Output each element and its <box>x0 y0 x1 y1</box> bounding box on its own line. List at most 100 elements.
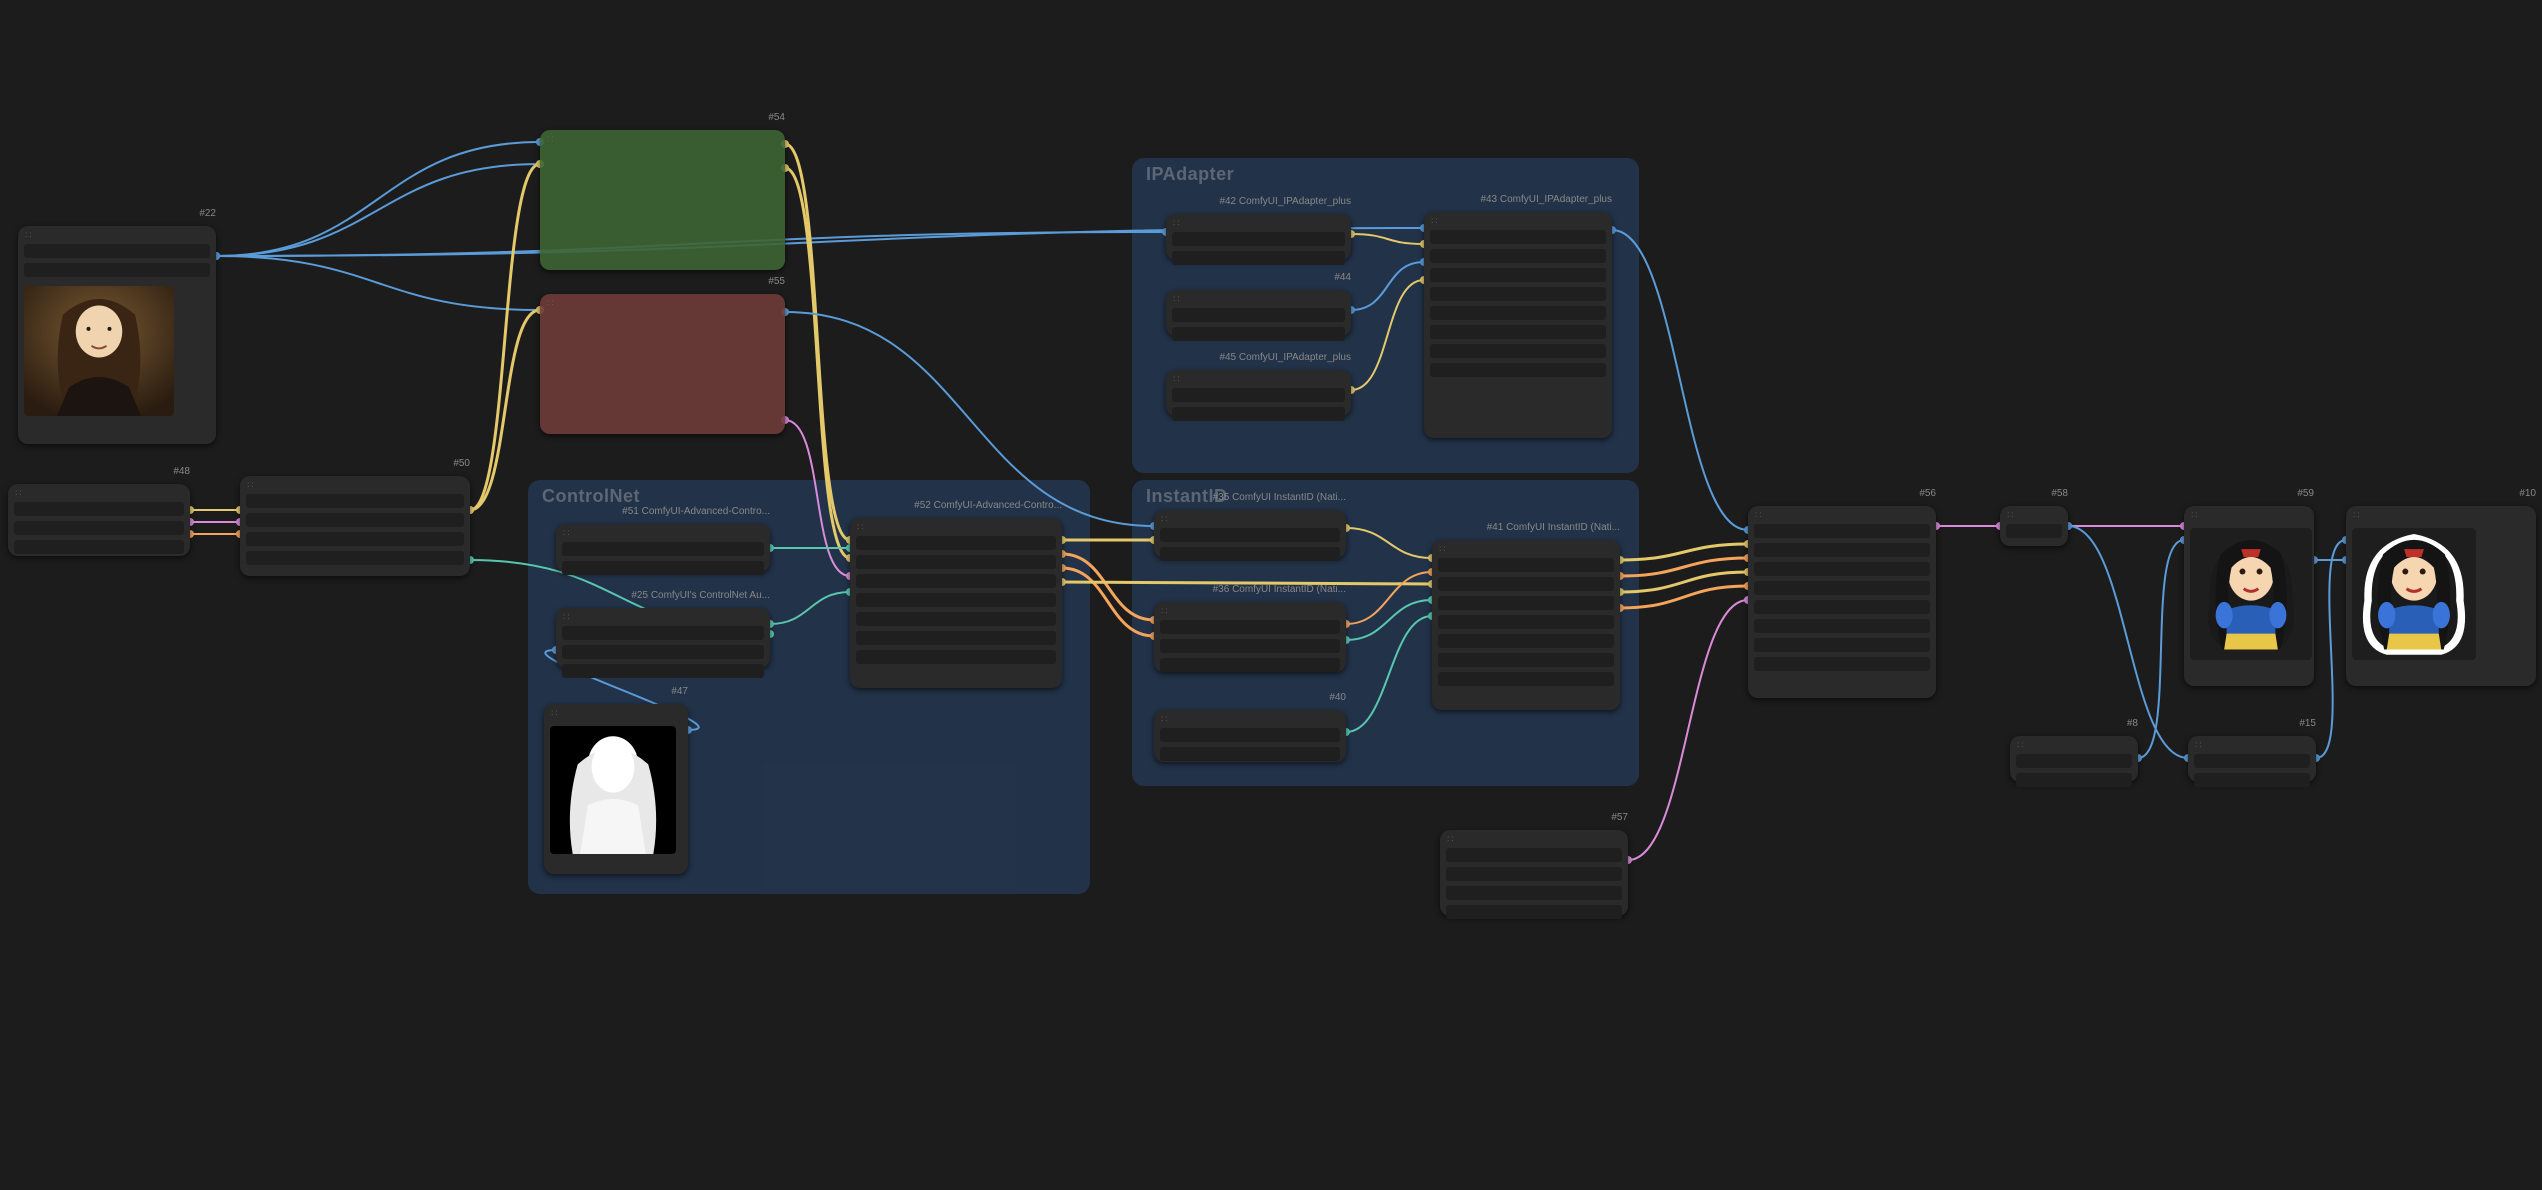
node-n25[interactable]: #25 ComfyUI's ControlNet Au...:: <box>556 608 770 668</box>
node-field[interactable] <box>1430 230 1606 244</box>
node-field[interactable] <box>1438 653 1614 667</box>
node-n48[interactable]: #48:: <box>8 484 190 556</box>
node-field[interactable] <box>1754 638 1930 652</box>
drag-handle-icon[interactable]: :: <box>1173 294 1181 303</box>
node-field[interactable] <box>2194 754 2310 768</box>
node-field[interactable] <box>1430 287 1606 301</box>
drag-handle-icon[interactable]: :: <box>563 528 571 537</box>
node-field[interactable] <box>1430 306 1606 320</box>
node-field[interactable] <box>1160 528 1340 542</box>
drag-handle-icon[interactable]: :: <box>1161 606 1169 615</box>
node-field[interactable] <box>1172 407 1345 421</box>
node-field[interactable] <box>1172 308 1345 322</box>
drag-handle-icon[interactable]: :: <box>2353 510 2361 519</box>
node-field[interactable] <box>1754 562 1930 576</box>
node-field[interactable] <box>246 551 464 565</box>
node-field[interactable] <box>1430 268 1606 282</box>
drag-handle-icon[interactable]: :: <box>2007 510 2015 519</box>
node-field[interactable] <box>1160 547 1340 561</box>
drag-handle-icon[interactable]: :: <box>1447 834 1455 843</box>
node-graph-canvas[interactable]: IPAdapterControlNetInstantID#54::#55::#2… <box>0 0 2542 1190</box>
node-field[interactable] <box>14 502 184 516</box>
drag-handle-icon[interactable]: :: <box>2017 740 2025 749</box>
drag-handle-icon[interactable]: :: <box>547 298 555 307</box>
node-n36[interactable]: #36 ComfyUI InstantID (Nati...:: <box>1154 602 1346 672</box>
drag-handle-icon[interactable]: :: <box>1755 510 1763 519</box>
node-n55[interactable]: #55:: <box>540 294 785 434</box>
node-field[interactable] <box>2006 524 2062 538</box>
drag-handle-icon[interactable]: :: <box>547 134 555 143</box>
node-field[interactable] <box>1446 867 1622 881</box>
node-field[interactable] <box>856 593 1056 607</box>
node-field[interactable] <box>1160 728 1340 742</box>
node-field[interactable] <box>1754 657 1930 671</box>
drag-handle-icon[interactable]: :: <box>247 480 255 489</box>
node-field[interactable] <box>856 612 1056 626</box>
node-field[interactable] <box>1160 620 1340 634</box>
node-field[interactable] <box>1438 615 1614 629</box>
node-n54[interactable]: #54:: <box>540 130 785 270</box>
drag-handle-icon[interactable]: :: <box>551 708 559 717</box>
drag-handle-icon[interactable]: :: <box>25 230 33 239</box>
drag-handle-icon[interactable]: :: <box>15 488 23 497</box>
node-n42[interactable]: #42 ComfyUI_IPAdapter_plus:: <box>1166 214 1351 260</box>
node-field[interactable] <box>1430 325 1606 339</box>
node-field[interactable] <box>1172 232 1345 246</box>
node-field[interactable] <box>1160 747 1340 761</box>
node-field[interactable] <box>24 263 210 277</box>
node-field[interactable] <box>562 664 764 678</box>
node-field[interactable] <box>1754 524 1930 538</box>
node-field[interactable] <box>2016 773 2132 787</box>
node-field[interactable] <box>1430 249 1606 263</box>
node-field[interactable] <box>1430 344 1606 358</box>
node-field[interactable] <box>856 536 1056 550</box>
node-n35[interactable]: #35 ComfyUI InstantID (Nati...:: <box>1154 510 1346 558</box>
drag-handle-icon[interactable]: :: <box>1173 218 1181 227</box>
node-field[interactable] <box>562 542 764 556</box>
node-n15[interactable]: #15:: <box>2188 736 2316 782</box>
node-field[interactable] <box>1430 363 1606 377</box>
node-field[interactable] <box>1160 639 1340 653</box>
node-n52[interactable]: #52 ComfyUI-Advanced-Contro...:: <box>850 518 1062 688</box>
drag-handle-icon[interactable]: :: <box>2191 510 2199 519</box>
node-n50[interactable]: #50:: <box>240 476 470 576</box>
drag-handle-icon[interactable]: :: <box>563 612 571 621</box>
node-field[interactable] <box>1754 619 1930 633</box>
node-field[interactable] <box>1172 388 1345 402</box>
node-field[interactable] <box>562 561 764 575</box>
node-field[interactable] <box>856 555 1056 569</box>
node-field[interactable] <box>246 532 464 546</box>
node-n57[interactable]: #57:: <box>1440 830 1628 916</box>
node-field[interactable] <box>1438 596 1614 610</box>
node-field[interactable] <box>562 645 764 659</box>
node-field[interactable] <box>14 540 184 554</box>
node-field[interactable] <box>856 574 1056 588</box>
node-n22[interactable]: #22:: <box>18 226 216 444</box>
node-field[interactable] <box>1438 577 1614 591</box>
node-field[interactable] <box>246 494 464 508</box>
node-field[interactable] <box>14 521 184 535</box>
node-field[interactable] <box>1754 543 1930 557</box>
node-n41[interactable]: #41 ComfyUI InstantID (Nati...:: <box>1432 540 1620 710</box>
node-n59[interactable]: #59:: <box>2184 506 2314 686</box>
node-field[interactable] <box>246 513 464 527</box>
node-field[interactable] <box>2194 773 2310 787</box>
node-n56[interactable]: #56:: <box>1748 506 1936 698</box>
node-field[interactable] <box>2016 754 2132 768</box>
node-n43[interactable]: #43 ComfyUI_IPAdapter_plus:: <box>1424 212 1612 438</box>
node-field[interactable] <box>1446 886 1622 900</box>
node-field[interactable] <box>24 244 210 258</box>
node-field[interactable] <box>1172 251 1345 265</box>
node-field[interactable] <box>1446 905 1622 919</box>
drag-handle-icon[interactable]: :: <box>2195 740 2203 749</box>
node-field[interactable] <box>1754 600 1930 614</box>
node-field[interactable] <box>856 650 1056 664</box>
node-n8[interactable]: #8:: <box>2010 736 2138 782</box>
node-field[interactable] <box>1438 672 1614 686</box>
drag-handle-icon[interactable]: :: <box>1161 514 1169 523</box>
node-n51[interactable]: #51 ComfyUI-Advanced-Contro...:: <box>556 524 770 572</box>
node-field[interactable] <box>856 631 1056 645</box>
node-n40[interactable]: #40:: <box>1154 710 1346 762</box>
node-field[interactable] <box>1160 658 1340 672</box>
node-field[interactable] <box>1754 581 1930 595</box>
